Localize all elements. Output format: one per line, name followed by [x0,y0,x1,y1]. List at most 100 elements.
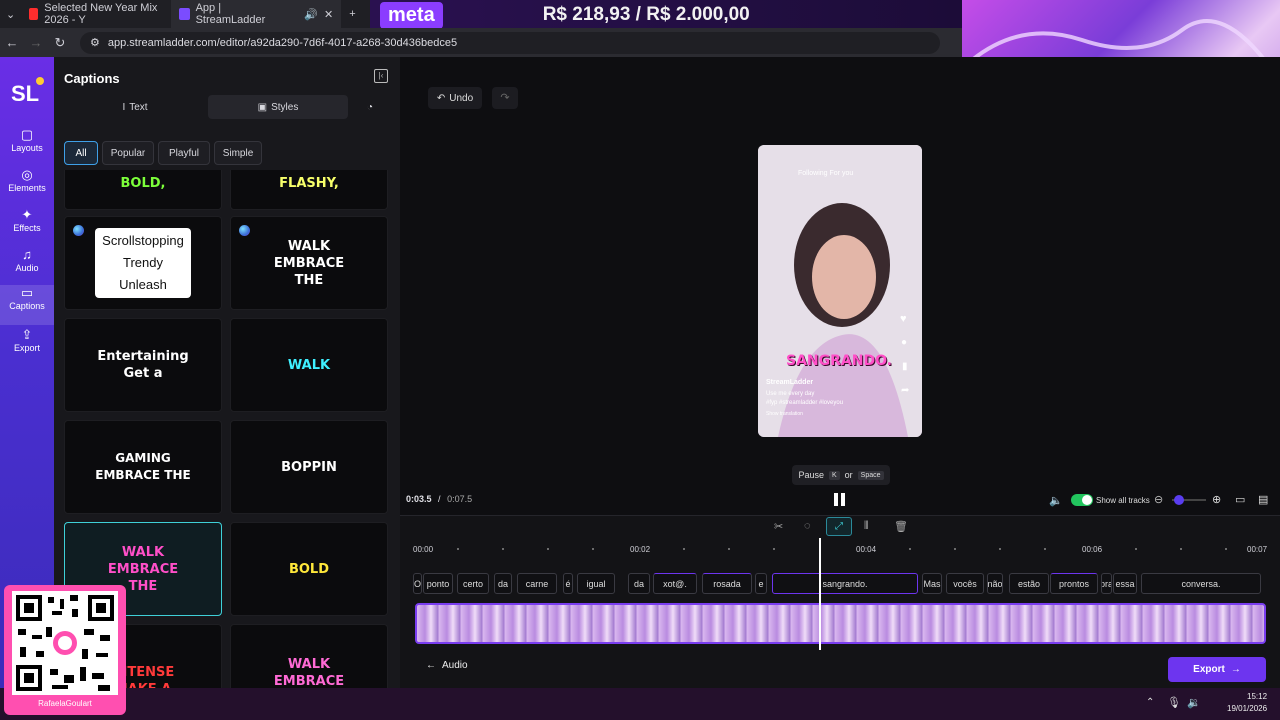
caption-word[interactable]: igual [577,573,615,594]
banner-meta-logo: meta [380,1,443,29]
forward-arrow-icon[interactable]: → [24,35,48,50]
tick-dot [547,548,549,550]
url-text: app.streamladder.com/editor/a92da290-7d6… [107,36,458,49]
caption-style-sample: WALK EMBRACE THE [273,238,345,288]
tick-dot [592,548,594,550]
caption-word[interactable]: vocês [946,573,984,594]
undo-button[interactable]: ↶ Undo [428,87,482,109]
filter-simple[interactable]: Simple [214,141,262,165]
tick-dot [1180,548,1182,550]
volume-icon[interactable]: 🔈 [1049,494,1063,507]
youtube-icon [29,8,39,20]
volume-tray-icon[interactable]: 🔉 [1187,696,1201,709]
caption-word[interactable]: xot@. [653,573,697,594]
nav-audio[interactable]: ♫ Audio [0,247,54,285]
qr-code-image [12,591,118,695]
delete-icon[interactable]: 🗑 [894,520,908,533]
nav-layouts[interactable]: ▢ Layouts [0,127,54,165]
caption-word[interactable]: e [755,573,767,594]
pause-button[interactable] [833,492,847,508]
site-info-icon[interactable]: ⚙ [90,36,100,49]
caption-word[interactable]: é [563,573,573,594]
zoom-slider-handle[interactable] [1174,495,1184,505]
current-time: 0:03.5 [406,494,432,504]
caption-word[interactable]: ponto [423,573,453,594]
audio-button[interactable]: ← Audio [426,660,468,671]
filter-playful[interactable]: Playful [158,141,210,165]
time-tick: 00:04 [856,545,877,554]
caption-word[interactable]: Mas [922,573,942,594]
captions-toggle-icon[interactable]: ▭ [1235,493,1245,506]
caption-style-card[interactable]: BOLD [230,522,388,616]
timeline-footer [400,650,1280,688]
caption-style-card[interactable]: Entertaining Get a [64,318,222,412]
nav-effects[interactable]: ✦ Effects [0,207,54,245]
filter-all[interactable]: All [64,141,98,165]
caption-word[interactable]: conversa. [1141,573,1261,594]
tab-menu-chevron-icon[interactable]: ⌄ [0,0,21,28]
caption-word[interactable]: prontos [1050,573,1098,594]
total-time: 0:07.5 [447,494,473,504]
caption-word[interactable]: estão [1009,573,1049,594]
back-arrow-icon[interactable]: ← [0,35,24,50]
zoom-out-icon[interactable]: ⊖ [1154,493,1163,506]
caption-style-card[interactable]: FLASHY, [230,170,388,210]
browser-tab-streamladder[interactable]: App | StreamLadder 🔊 ✕ [171,0,342,28]
browser-tab-youtube[interactable]: Selected New Year Mix 2026 - Y [21,0,171,28]
layout-icon[interactable]: ▤ [1258,493,1268,506]
playhead[interactable] [819,538,821,650]
filter-popular[interactable]: Popular [102,141,154,165]
caption-word[interactable]: certo [457,573,489,594]
tab-text-label: Text [129,101,148,113]
caption-style-sample: FLASHY, [279,175,339,191]
caption-word[interactable]: da [494,573,512,594]
caption-style-card[interactable]: WALK [230,318,388,412]
nav-captions[interactable]: ▭ Captions [0,285,54,325]
palette-button[interactable]: ◔ [356,95,384,119]
zoom-in-icon[interactable]: ⊕ [1212,493,1221,506]
time-tick: 00:00 [413,545,434,554]
caption-word[interactable]: O [413,573,422,594]
caption-word[interactable]: rosada [702,573,752,594]
zoom-slider[interactable] [1172,495,1206,505]
url-field[interactable]: ⚙ app.streamladder.com/editor/a92da290-7… [80,31,940,54]
nav-elements[interactable]: ◎ Elements [0,167,54,205]
video-clip-track[interactable] [415,603,1266,644]
layouts-icon: ▢ [20,127,34,142]
nav-export[interactable]: ⇪ Export [0,327,54,365]
new-tab-button[interactable]: + [341,0,363,28]
preview-translate: Show translation [766,411,803,417]
audio-wave-icon[interactable]: ⫴ [864,520,869,533]
caption-style-card[interactable]: BOLD, [64,170,222,210]
show-all-tracks-label: Show all tracks [1096,496,1150,505]
fit-timeline-button[interactable]: ⤢ [826,517,852,536]
split-scissors-icon[interactable]: ✂ [774,520,783,533]
tab-styles-label: Styles [271,101,299,113]
caption-word[interactable]: não [987,573,1003,594]
caption-style-card[interactable]: Scrollstopping Trendy Unleash [64,216,222,310]
tab-text[interactable]: I Text [64,95,206,119]
tray-chevron-icon[interactable]: ⌃ [1146,697,1154,708]
redo-button[interactable]: ↷ [492,87,518,109]
caption-word[interactable]: essa [1113,573,1137,594]
caption-word[interactable]: pra [1101,573,1112,594]
tab-styles[interactable]: ▣ Styles [208,95,348,119]
video-preview[interactable]: Following For you SANGRANDO. StreamLadde… [758,145,922,437]
caption-style-card[interactable]: BOPPIN [230,420,388,514]
export-button[interactable]: Export → [1168,657,1266,682]
microphone-icon[interactable]: 🎙 [1167,696,1181,709]
caption-word[interactable]: carne [517,573,557,594]
expand-icon: ⤢ [835,521,843,532]
caption-style-card[interactable]: GAMING EMBRACE THE [64,420,222,514]
preview-header: Following For you [798,170,854,177]
reload-icon[interactable]: ↻ [48,35,72,51]
caption-word[interactable]: da [628,573,650,594]
collapse-panel-icon[interactable]: |‹ [374,69,388,83]
tab-close-icon[interactable]: ✕ [324,8,333,21]
show-all-tracks-toggle[interactable] [1071,494,1093,506]
bookmark-icon: ▮ [902,361,908,372]
comment-icon: ● [901,337,908,348]
caption-word-active[interactable]: sangrando. [772,573,918,594]
effects-palette-icon[interactable]: ◌ [804,520,811,532]
caption-style-card[interactable]: WALK EMBRACE THE [230,216,388,310]
